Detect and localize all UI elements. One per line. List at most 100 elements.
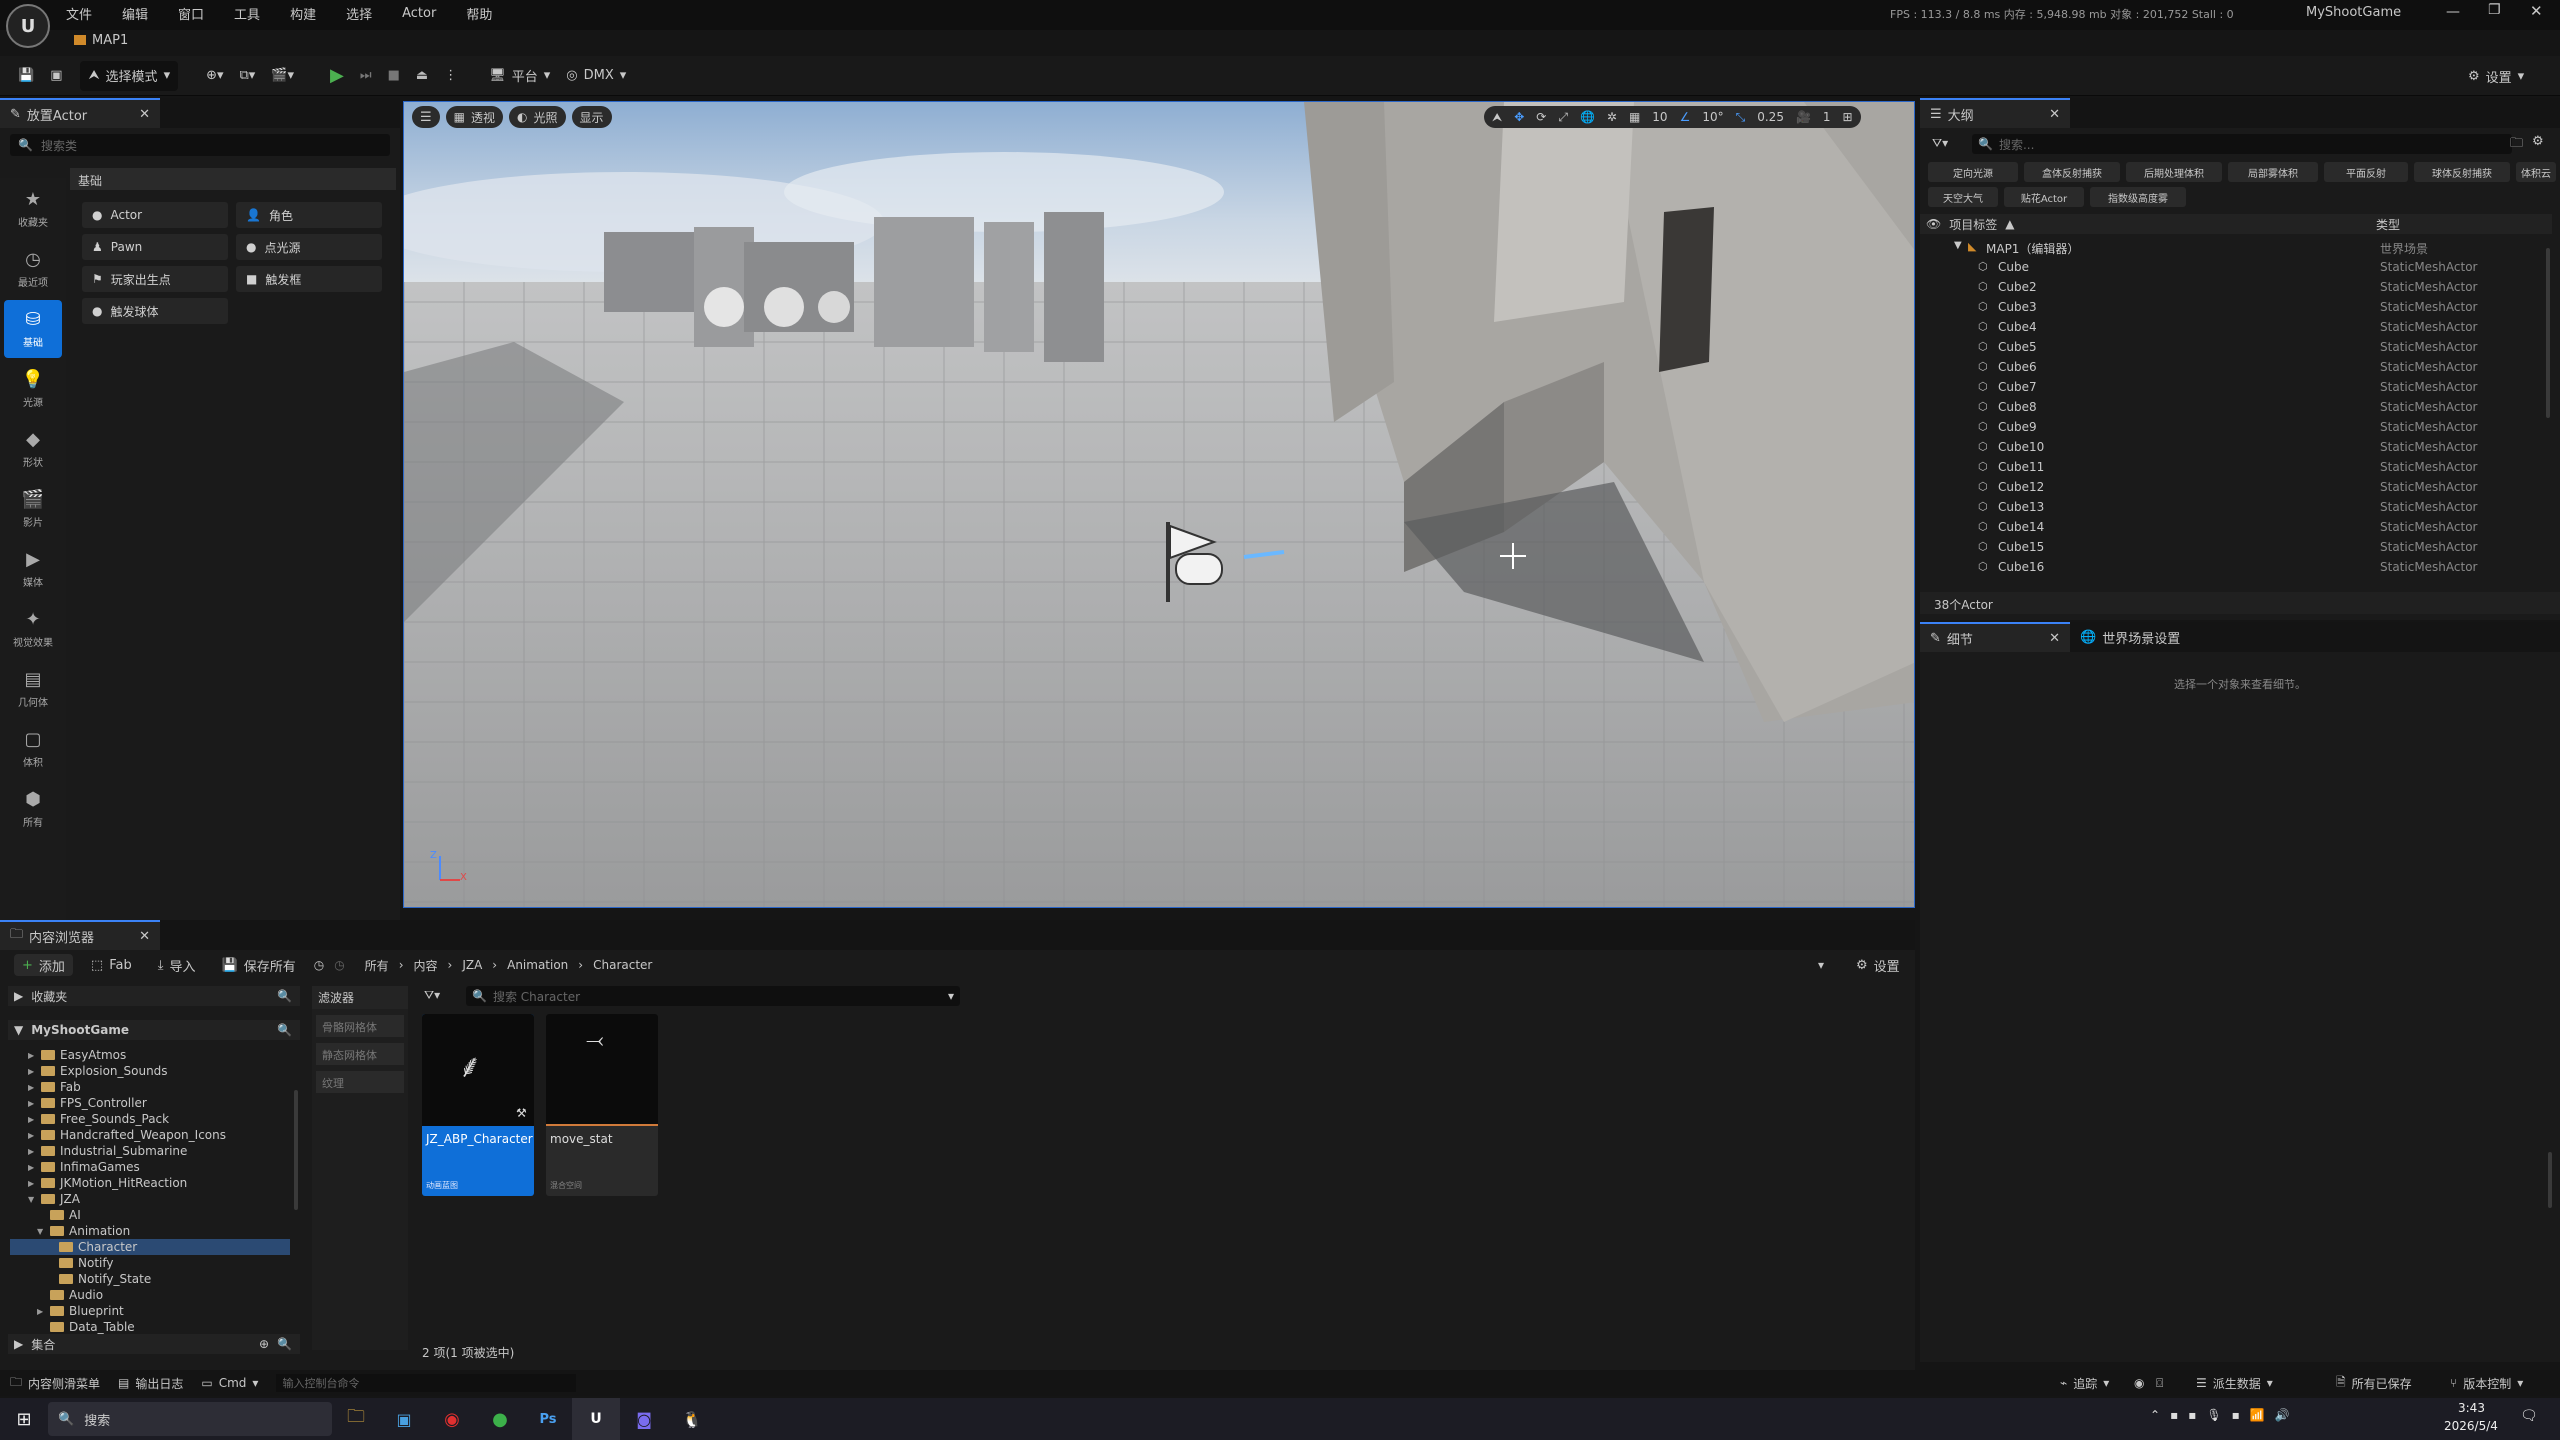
actor-item-trigger-sphere[interactable]: ● 触发球体 <box>82 298 228 324</box>
level-viewport[interactable]: ☰ ▦ 透视 ◐ 光照 显示 ⮝ ✥ ⟳ ⤢ 🌐 ✲ ▦ 10 ∠ 10° ⤡ 0.… <box>403 101 1915 908</box>
tree-folder[interactable]: ▶ Industrial_Submarine <box>28 1143 187 1159</box>
filter-chip[interactable]: 指数级高度雾 <box>2090 187 2186 207</box>
clock-date[interactable]: 2026/5/4 <box>2444 1419 2498 1433</box>
grid-snap-value[interactable]: 10 <box>1652 110 1667 124</box>
outliner-row[interactable]: ⬡ Cube4 StaticMeshActor <box>1920 318 2550 338</box>
tree-arrow-icon[interactable]: ▶ <box>28 1131 36 1140</box>
tree-arrow-icon[interactable]: ▶ <box>28 1051 36 1060</box>
settings-dropdown[interactable]: ⚙ 设置 ▾ <box>2460 61 2532 91</box>
filter-chip[interactable]: 贴花Actor <box>2004 187 2084 207</box>
outliner-row[interactable]: ⬡ Cube3 StaticMeshActor <box>1920 298 2550 318</box>
outliner-search-input[interactable]: 🔍 搜索... <box>1972 134 2512 154</box>
outliner-row[interactable]: ⬡ Cube12 StaticMeshActor <box>1920 478 2550 498</box>
asset-search-input[interactable]: 🔍 搜索 Character ▾ <box>466 986 960 1006</box>
tree-folder[interactable]: ▼ Animation <box>37 1223 130 1239</box>
tray-chevron-icon[interactable]: ⌃ <box>2150 1408 2160 1422</box>
stop-button[interactable]: ■ <box>380 61 408 91</box>
microphone-icon[interactable]: 🎙 <box>2206 1408 2221 1422</box>
actor-item-player-start[interactable]: ⚑ 玩家出生点 <box>82 266 228 292</box>
breadcrumb-item[interactable]: Character <box>593 958 652 972</box>
output-log-button[interactable]: ▤ 输出日志 <box>118 1375 183 1392</box>
netease-music-icon[interactable]: ◉ <box>428 1398 476 1440</box>
tree-arrow-icon[interactable]: ▶ <box>37 1307 45 1316</box>
search-icon[interactable]: 🔍 <box>277 989 292 1003</box>
tree-arrow-icon[interactable]: ▼ <box>28 1195 36 1204</box>
details-scrollbar[interactable] <box>2548 1152 2552 1208</box>
tree-arrow-icon[interactable]: ▶ <box>28 1147 36 1156</box>
qq-icon[interactable]: 🐧 <box>668 1398 716 1440</box>
actor-item-trigger-box[interactable]: ■ 触发框 <box>236 266 382 292</box>
menu-select[interactable]: 选择 <box>346 4 372 23</box>
tree-folder[interactable]: ▶ JKMotion_HitReaction <box>28 1175 187 1191</box>
filter-item[interactable]: 纹理 <box>316 1071 404 1093</box>
add-collection-icon[interactable]: ⊕ <box>259 1337 269 1351</box>
content-browser-tab[interactable]: 🗀 内容浏览器 ✕ <box>0 920 160 950</box>
search-icon[interactable]: 🔍 <box>277 1023 292 1037</box>
eye-icon[interactable]: 👁 <box>1926 217 1941 231</box>
camera-speed-icon[interactable]: 🎥 <box>1796 110 1811 124</box>
save-all-button[interactable]: 💾 保存所有 <box>214 954 304 976</box>
camera-speed-value[interactable]: 1 <box>1823 110 1831 124</box>
viewport-menu-button[interactable]: ☰ <box>412 106 440 128</box>
menu-window[interactable]: 窗口 <box>178 4 204 23</box>
world-space-icon[interactable]: 🌐 <box>1580 110 1595 124</box>
content-icon[interactable]: ▣ <box>42 61 70 91</box>
history-back-icon[interactable]: ◷ <box>314 958 324 972</box>
tree-folder[interactable]: Notify_State <box>46 1271 151 1287</box>
outliner-row[interactable]: ⬡ Cube6 StaticMeshActor <box>1920 358 2550 378</box>
menu-actor[interactable]: Actor <box>402 6 436 21</box>
dmx-dropdown[interactable]: ◎ DMX ▾ <box>558 61 634 91</box>
trace-button[interactable]: ⌁ 追踪 ▾ <box>2060 1375 2109 1392</box>
outliner-scrollbar[interactable] <box>2546 248 2550 418</box>
outliner-row[interactable]: ⬡ Cube16 StaticMeshActor <box>1920 558 2550 578</box>
content-settings-button[interactable]: ⚙ 设置 <box>1848 954 1908 976</box>
asset-filter-icon[interactable]: ⛛▾ <box>424 988 440 1003</box>
details-tab[interactable]: ✎ 细节 ✕ <box>1920 622 2070 652</box>
outliner-row[interactable]: ⬡ Cube2 StaticMeshActor <box>1920 278 2550 298</box>
unreal-taskbar-icon[interactable]: U <box>572 1398 620 1440</box>
photoshop-icon[interactable]: Ps <box>524 1398 572 1440</box>
menu-help[interactable]: 帮助 <box>466 4 492 23</box>
filter-chip[interactable]: 平面反射 <box>2324 162 2408 182</box>
close-icon[interactable]: ✕ <box>139 929 150 944</box>
tree-arrow-icon[interactable]: ▶ <box>28 1163 36 1172</box>
category-cinematic[interactable]: 🎬 影片 <box>4 480 62 538</box>
menu-file[interactable]: 文件 <box>66 4 92 23</box>
tree-folder[interactable]: ▼ JZA <box>28 1191 80 1207</box>
minimize-icon[interactable]: — <box>2446 4 2460 20</box>
filter-chip[interactable]: 局部雾体积 <box>2228 162 2318 182</box>
add-actor-dropdown[interactable]: ⊕▾ <box>198 61 231 91</box>
platform-dropdown[interactable]: 🖥 平台 ▾ <box>481 61 558 91</box>
category-geometry[interactable]: ▤ 几何体 <box>4 660 62 718</box>
world-settings-tab[interactable]: 🌐 世界场景设置 <box>2070 628 2190 647</box>
outliner-row[interactable]: ⬡ Cube10 StaticMeshActor <box>1920 438 2550 458</box>
camera-icon[interactable]: ⌼ <box>2156 1376 2163 1391</box>
cmd-dropdown[interactable]: ▭ Cmd ▾ <box>201 1376 258 1390</box>
tree-folder[interactable]: ▶ FPS_Controller <box>28 1095 147 1111</box>
asset-tile[interactable]: ⤙ move_stat 混合空间 <box>546 1014 658 1196</box>
close-icon[interactable]: ✕ <box>2049 107 2060 122</box>
filter-chip[interactable]: 体积云 <box>2516 162 2556 182</box>
category-basic[interactable]: ⛁ 基础 <box>4 300 62 358</box>
category-favorites[interactable]: ★ 收藏夹 <box>4 180 62 238</box>
outliner-tab[interactable]: ☰ 大纲 ✕ <box>1920 98 2070 128</box>
rotation-snap-icon[interactable]: ∠ <box>1680 110 1691 124</box>
volume-icon[interactable]: 🔊 <box>2275 1408 2290 1422</box>
map-tab[interactable]: MAP1 <box>66 28 136 52</box>
actor-search-input[interactable]: 🔍 搜索类 <box>10 134 390 156</box>
filter-chip[interactable]: 球体反射捕获 <box>2414 162 2510 182</box>
tray-app-icon[interactable]: ▪ <box>2232 1408 2240 1422</box>
select-mode-dropdown[interactable]: ⮝ 选择模式 ▾ <box>80 60 179 91</box>
menu-build[interactable]: 构建 <box>290 4 316 23</box>
app-icon[interactable]: ▣ <box>380 1398 428 1440</box>
tree-folder[interactable]: ▶ Handcrafted_Weapon_Icons <box>28 1127 226 1143</box>
add-button[interactable]: + 添加 <box>14 954 73 976</box>
add-folder-icon[interactable]: 🗀 <box>2510 134 2523 156</box>
breadcrumb-item[interactable]: 内容 <box>414 957 438 974</box>
actor-item-point-light[interactable]: ● 点光源 <box>236 234 382 260</box>
tree-folder[interactable]: ▶ InfimaGames <box>28 1159 140 1175</box>
outliner-row[interactable]: ⬡ Cube11 StaticMeshActor <box>1920 458 2550 478</box>
outliner-row[interactable]: ⬡ Cube StaticMeshActor <box>1920 258 2550 278</box>
category-vfx[interactable]: ✦ 视觉效果 <box>4 600 62 658</box>
outliner-row[interactable]: ⬡ Cube5 StaticMeshActor <box>1920 338 2550 358</box>
